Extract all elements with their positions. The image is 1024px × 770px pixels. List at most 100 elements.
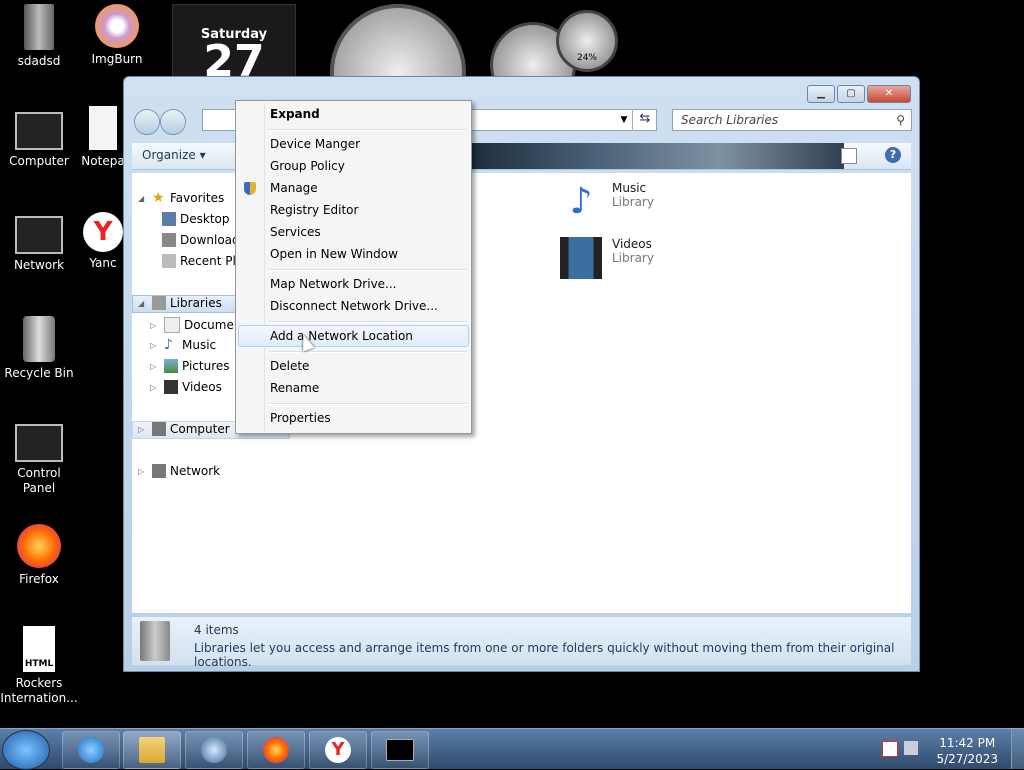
menu-item-manage[interactable]: Manage xyxy=(270,178,466,198)
documents-icon xyxy=(164,317,180,333)
tree-network[interactable]: ▷ Network xyxy=(138,464,220,478)
recycle-bin-icon xyxy=(23,316,55,362)
item-count: 4 items xyxy=(194,623,239,637)
search-input[interactable]: Search Libraries ⚲ xyxy=(672,109,912,131)
menu-item-disconnect-network-drive[interactable]: Disconnect Network Drive... xyxy=(270,296,466,316)
library-music[interactable]: ♪ Music Library xyxy=(560,181,654,223)
recent-places-icon xyxy=(162,254,176,268)
library-videos[interactable]: Videos Library xyxy=(560,237,654,279)
clock[interactable]: 11:42 PM 5/27/2023 xyxy=(936,735,998,767)
memory-gauge-gadget[interactable]: 24% xyxy=(556,10,618,72)
desktop-icon-firefox[interactable]: Firefox xyxy=(0,524,78,587)
pictures-icon xyxy=(164,359,178,373)
desktop-icon-control-panel[interactable]: Control Panel xyxy=(0,424,78,496)
tree-libraries[interactable]: ◢ Libraries xyxy=(138,296,222,310)
collapse-icon[interactable]: ◢ xyxy=(138,299,148,308)
tree-desktop[interactable]: Desktop xyxy=(162,212,230,226)
tree-videos[interactable]: ▷ Videos xyxy=(150,380,222,394)
maximize-button[interactable]: ▢ xyxy=(837,85,865,103)
menu-separator xyxy=(268,351,467,353)
menu-item-services[interactable]: Services xyxy=(270,222,466,242)
videos-library-icon xyxy=(560,237,602,279)
menu-item-open-new-window[interactable]: Open in New Window xyxy=(270,244,466,264)
imgburn-icon xyxy=(95,4,139,48)
star-icon: ★ xyxy=(152,190,165,206)
close-button[interactable]: ✕ xyxy=(867,85,911,103)
menu-item-rename[interactable]: Rename xyxy=(270,378,466,398)
menu-gutter xyxy=(264,103,265,431)
tree-recent-places[interactable]: Recent Pla xyxy=(162,254,243,268)
library-type: Library xyxy=(612,251,654,265)
collapse-icon[interactable]: ◢ xyxy=(138,194,148,203)
library-name: Music xyxy=(612,181,647,195)
tree-downloads[interactable]: Download xyxy=(162,233,240,247)
music-icon: ♪ xyxy=(164,337,173,353)
start-button[interactable] xyxy=(2,730,50,770)
control-panel-icon xyxy=(15,424,63,462)
expand-icon[interactable]: ▷ xyxy=(150,341,160,350)
clock-time: 11:42 PM xyxy=(939,736,996,750)
address-dropdown-icon[interactable]: ▼ xyxy=(616,109,632,131)
action-center-icon[interactable] xyxy=(882,741,898,757)
calendar-gadget[interactable]: Saturday 27 xyxy=(172,4,296,84)
minimize-button[interactable]: ▁ xyxy=(807,85,835,103)
desktop-icon-label: Network xyxy=(13,258,65,272)
desktop-icon-computer[interactable]: Computer xyxy=(0,112,78,169)
tree-computer[interactable]: ▷ Computer xyxy=(138,422,230,436)
show-desktop-button[interactable] xyxy=(1011,729,1024,769)
network-status-icon[interactable] xyxy=(904,741,918,755)
taskbar-yandex[interactable]: Y xyxy=(309,731,367,769)
forward-button[interactable] xyxy=(160,109,186,135)
tree-music[interactable]: ▷ ♪ Music xyxy=(150,338,216,352)
network-icon xyxy=(152,464,166,478)
refresh-icon[interactable]: ⇆ xyxy=(632,109,657,131)
menu-item-device-manager[interactable]: Device Manger xyxy=(270,134,466,154)
notepad-icon xyxy=(89,106,117,150)
tree-pictures[interactable]: ▷ Pictures xyxy=(150,359,230,373)
search-icon[interactable]: ⚲ xyxy=(896,110,905,130)
desktop-icon-label: Notepa xyxy=(81,154,125,168)
expand-icon[interactable]: ▷ xyxy=(138,425,148,434)
desktop-icon-label: Computer xyxy=(9,154,69,168)
window-controls: ▁ ▢ ✕ xyxy=(807,85,911,103)
preview-pane-icon[interactable] xyxy=(841,148,857,164)
back-button[interactable] xyxy=(134,109,160,135)
desktop-icon-sdadsd[interactable]: sdadsd xyxy=(0,4,78,69)
yandex-icon: Y xyxy=(325,737,351,763)
tree-favorites[interactable]: ◢ ★ Favorites xyxy=(138,191,224,205)
taskbar-firefox[interactable] xyxy=(247,731,305,769)
expand-icon[interactable]: ▷ xyxy=(150,362,160,371)
organize-button[interactable]: Organize ▾ xyxy=(142,148,206,162)
globe-icon xyxy=(201,737,227,763)
context-menu: Expand Device Manger Group Policy Manage… xyxy=(235,100,472,434)
menu-separator xyxy=(268,321,467,323)
taskbar-explorer[interactable] xyxy=(123,731,181,769)
taskbar: Y 11:42 PM 5/27/2023 xyxy=(0,728,1024,770)
yandex-icon: Y xyxy=(83,212,123,252)
downloads-folder-icon xyxy=(162,233,176,247)
desktop-icon-notepad[interactable]: Notepa xyxy=(78,106,128,169)
menu-item-registry-editor[interactable]: Registry Editor xyxy=(270,200,466,220)
menu-item-properties[interactable]: Properties xyxy=(270,408,466,428)
desktop-icon-recycle-bin[interactable]: Recycle Bin xyxy=(0,316,78,381)
expand-icon[interactable]: ▷ xyxy=(138,467,148,476)
desktop-icon-imgburn[interactable]: ImgBurn xyxy=(78,4,156,67)
menu-item-map-network-drive[interactable]: Map Network Drive... xyxy=(270,274,466,294)
taskbar-cmd[interactable] xyxy=(371,731,429,769)
desktop-icon-label: Firefox xyxy=(19,572,59,586)
expand-icon[interactable]: ▷ xyxy=(150,383,160,392)
taskbar-internet-explorer[interactable] xyxy=(62,731,120,769)
desktop-icon-network[interactable]: Network xyxy=(0,216,78,273)
tree-documents[interactable]: ▷ Document xyxy=(150,317,246,333)
taskbar-media-player[interactable] xyxy=(185,731,243,769)
desktop-icon-yandex[interactable]: Y Yanc xyxy=(78,212,128,271)
menu-item-expand[interactable]: Expand xyxy=(270,104,466,124)
help-icon[interactable]: ? xyxy=(885,147,901,163)
menu-item-delete[interactable]: Delete xyxy=(270,356,466,376)
command-prompt-icon xyxy=(386,739,414,761)
desktop-icon-rockers[interactable]: HTML Rockers Internation... xyxy=(0,626,78,706)
uac-shield-icon xyxy=(244,182,256,195)
expand-icon[interactable]: ▷ xyxy=(150,321,160,330)
clock-date: 5/27/2023 xyxy=(936,752,998,766)
menu-item-group-policy[interactable]: Group Policy xyxy=(270,156,466,176)
